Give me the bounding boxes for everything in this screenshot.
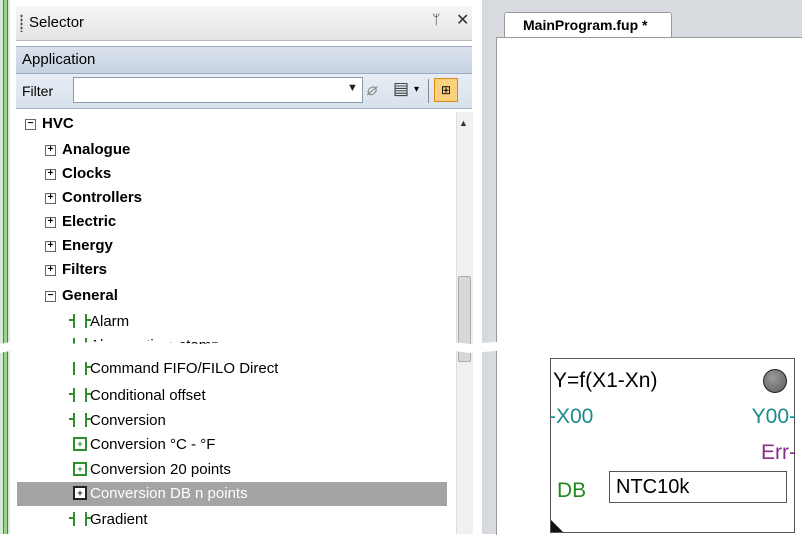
block-formula: Y=f(X1-Xn) xyxy=(553,369,658,392)
collapse-icon[interactable]: − xyxy=(25,118,36,130)
filter-dropdown-icon[interactable]: ▼ xyxy=(347,82,358,94)
expand-icon[interactable]: + xyxy=(45,144,56,156)
properties-icon[interactable]: ▤ xyxy=(393,79,409,99)
expand-icon[interactable]: + xyxy=(45,192,56,204)
function-block-icon xyxy=(69,512,91,527)
filter-input[interactable] xyxy=(73,77,363,103)
tree-leaf-conditional-offset[interactable]: Conditional offset xyxy=(69,384,206,408)
tree-node-hvc[interactable]: − HVC xyxy=(25,112,74,136)
output-pin-y00[interactable]: Y00- xyxy=(752,405,796,429)
tree-node-controllers[interactable]: + Controllers xyxy=(45,186,142,210)
tree-leaf-conversion-c-f[interactable]: + Conversion °C - °F xyxy=(73,433,215,457)
db-param-label: DB xyxy=(557,479,587,502)
block-tree: − HVC + Analogue + Clocks + Controllers + Ele… xyxy=(17,112,455,534)
panel-title: Selector xyxy=(29,14,85,31)
function-block-icon xyxy=(73,338,91,348)
tree-node-general[interactable]: − General xyxy=(45,284,118,308)
tab-label: MainProgram.fup * xyxy=(523,17,648,33)
tree-node-analogue[interactable]: + Analogue xyxy=(45,138,130,162)
collapse-icon[interactable]: − xyxy=(45,290,56,302)
tab-mainprogram[interactable]: MainProgram.fup * xyxy=(504,12,672,39)
db-block-icon: + xyxy=(73,437,87,452)
function-block[interactable]: Y=f(X1-Xn) -X00 Y00- Err- DB NTC10k xyxy=(549,358,796,533)
expand-icon[interactable]: + xyxy=(45,216,56,228)
function-block-icon xyxy=(69,413,91,428)
tree-node-clocks[interactable]: + Clocks xyxy=(45,162,111,186)
block-corner-marker xyxy=(551,520,563,532)
tree-node-electric[interactable]: + Electric xyxy=(45,210,116,234)
eraser-icon[interactable]: ⌀ xyxy=(366,80,376,100)
tree-scrollbar[interactable]: ▲ xyxy=(456,112,473,534)
db-block-icon: + xyxy=(73,462,87,477)
application-section-header[interactable]: Application xyxy=(16,46,472,74)
tree-view-toggle-icon[interactable]: ⊞ xyxy=(434,78,458,102)
tree-leaf-conversion-20-points[interactable]: + Conversion 20 points xyxy=(73,458,231,482)
scroll-up-arrow-icon[interactable]: ▲ xyxy=(459,118,468,128)
expand-icon[interactable]: + xyxy=(45,240,56,252)
pin-icon[interactable]: ᛘ xyxy=(432,11,440,27)
function-block-icon xyxy=(73,362,91,375)
tree-leaf-alarm[interactable]: Alarm xyxy=(69,310,129,334)
filter-label: Filter xyxy=(22,83,54,99)
db-param-field[interactable]: NTC10k xyxy=(609,471,787,503)
toolbar-separator xyxy=(428,79,429,103)
tree-leaf-gradient[interactable]: Gradient xyxy=(69,508,148,532)
output-pin-err[interactable]: Err- xyxy=(761,441,796,465)
tree-node-energy[interactable]: + Energy xyxy=(45,234,113,258)
tree-leaf-conversion-db-n-points[interactable]: + Conversion DB n points xyxy=(17,482,447,506)
drag-grip[interactable] xyxy=(20,14,23,32)
tree-leaf-conversion[interactable]: Conversion xyxy=(69,409,166,433)
function-block-icon xyxy=(69,388,91,403)
tree-node-filters[interactable]: + Filters xyxy=(45,258,107,282)
filter-toolbar: Filter ▼ ⌀ ▤ ▾ ⊞ xyxy=(16,74,472,109)
status-led-icon xyxy=(763,369,787,393)
properties-dropdown-icon[interactable]: ▾ xyxy=(414,84,419,95)
application-label: Application xyxy=(22,51,96,68)
window-edge xyxy=(0,0,10,534)
tree-leaf-alarm-time-stamp[interactable]: Alarm + time stamp xyxy=(73,334,220,348)
selector-panel: Selector ᛘ ✕ Application Filter ▼ ⌀ ▤ ▾ … xyxy=(10,0,482,534)
function-block-icon xyxy=(69,314,91,329)
close-icon[interactable]: ✕ xyxy=(456,10,469,30)
expand-icon[interactable]: + xyxy=(45,264,56,276)
expand-icon[interactable]: + xyxy=(45,168,56,180)
input-pin-x00[interactable]: -X00 xyxy=(549,405,593,429)
tree-leaf-command-fifo[interactable]: Command FIFO/FILO Direct xyxy=(73,362,278,380)
db-block-icon: + xyxy=(73,486,87,501)
selector-titlebar: Selector ᛘ ✕ xyxy=(16,6,472,41)
scroll-thumb[interactable] xyxy=(458,276,471,362)
